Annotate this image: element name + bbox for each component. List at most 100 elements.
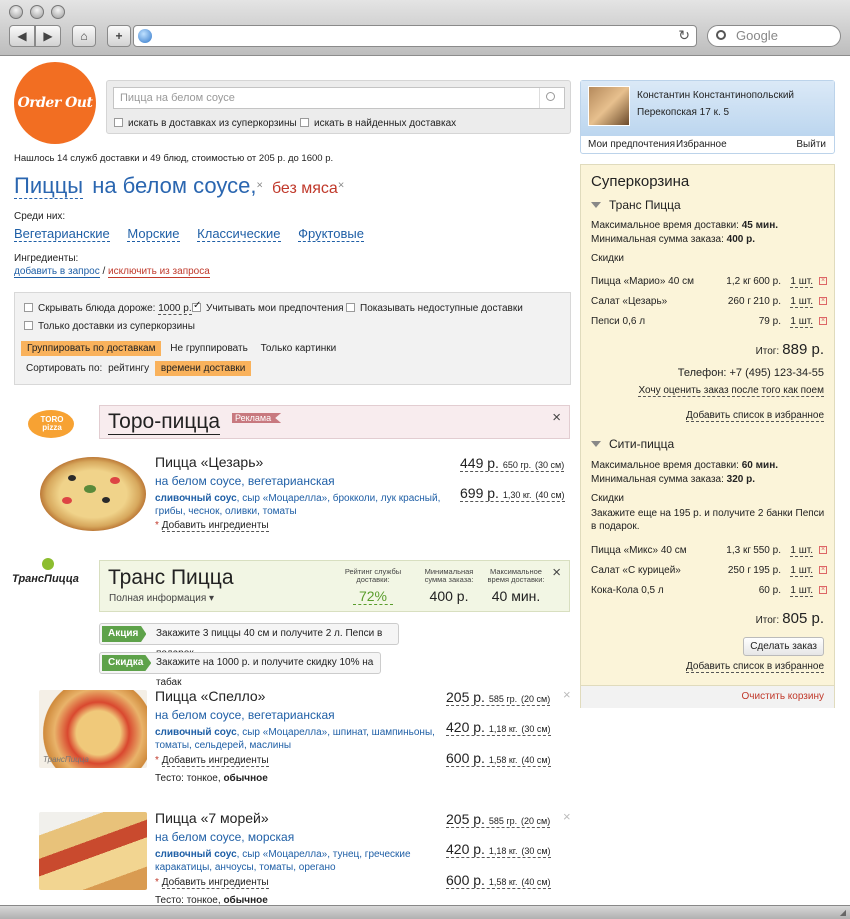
price-option[interactable]: 205 р. 585 гр. (20 см) xyxy=(446,811,551,828)
resize-grip-icon[interactable]: ◢ xyxy=(840,908,846,917)
price-option[interactable]: 600 р. 1,58 кг. (40 см) xyxy=(446,872,551,889)
checkbox[interactable] xyxy=(346,303,355,312)
pizza-caesar-image[interactable] xyxy=(40,457,146,531)
back-button[interactable]: ◀ xyxy=(9,25,35,47)
remove-item-icon[interactable]: × xyxy=(563,809,571,824)
category-vegetarian[interactable]: Вегетарианские xyxy=(14,226,110,242)
forward-button[interactable]: ▶ xyxy=(35,25,61,47)
checkbox[interactable] xyxy=(24,303,33,312)
filter-show-unavailable[interactable]: Показывать недоступные доставки xyxy=(346,303,523,314)
close-icon[interactable]: × xyxy=(552,564,561,581)
opt-supercart[interactable]: искать в доставках из суперкорзины xyxy=(114,118,297,129)
checkbox[interactable] xyxy=(300,118,309,127)
avatar[interactable] xyxy=(588,86,630,126)
full-info-toggle[interactable]: Полная информация ▾ xyxy=(109,593,214,604)
promo-action[interactable]: Акция Закажите 3 пиццы 40 см и получите 2… xyxy=(99,623,399,659)
checkbox[interactable] xyxy=(24,321,33,330)
search-submit-button[interactable] xyxy=(539,88,563,108)
query-word-pizza[interactable]: Пиццы xyxy=(14,173,84,199)
rate-after-meal-link[interactable]: Хочу оценить заказ после того как поем xyxy=(638,385,824,397)
add-ingredients-link[interactable]: * Добавить ингредиенты xyxy=(155,877,269,889)
user-address[interactable]: Перекопская 17 к. 5 xyxy=(637,107,729,118)
price-option[interactable]: 699 р. 1,30 кг. (40 см) xyxy=(460,485,565,502)
logout-link[interactable]: Выйти xyxy=(796,139,826,150)
pizza-name[interactable]: Пицца «7 морей» xyxy=(155,810,269,826)
promo-discount[interactable]: Скидка Закажите на 1000 р. и получите ски… xyxy=(99,652,381,688)
filter-hide-expensive[interactable]: Скрывать блюда дороже: 1000 р. xyxy=(24,303,192,315)
add-ingredients-link[interactable]: * Добавить ингредиенты xyxy=(155,755,269,767)
toro-name[interactable]: Торо-пицца xyxy=(108,410,221,435)
pizza-spello-image[interactable]: ТрансПицца xyxy=(39,690,147,768)
remove-sauce-icon[interactable]: × xyxy=(256,179,262,191)
dough-thin[interactable]: тонкое, xyxy=(187,773,221,784)
no-grouping-button[interactable]: Не группировать xyxy=(170,343,248,354)
my-preferences-link[interactable]: Мои предпочтения xyxy=(588,139,675,150)
clear-cart-link[interactable]: Очистить корзину xyxy=(742,691,825,702)
group-by-delivery-button[interactable]: Группировать по доставкам xyxy=(21,341,162,356)
only-pictures-button[interactable]: Только картинки xyxy=(261,343,337,354)
pizza-name[interactable]: Пицца «Цезарь» xyxy=(155,454,263,470)
price-option[interactable]: 205 р. 585 гр. (20 см) xyxy=(446,689,551,706)
query-word-sauce[interactable]: на белом соусе, xyxy=(92,173,256,198)
pizza-7-seas-image[interactable] xyxy=(39,812,147,890)
remove-icon[interactable]: × xyxy=(819,546,827,554)
user-name[interactable]: Константин Константинопольский xyxy=(637,90,794,101)
cart-section-toggle[interactable]: Транс Пицца xyxy=(591,198,681,212)
order-out-logo[interactable]: Order Out xyxy=(14,62,96,144)
add-list-to-favorites[interactable]: Добавить список в избранное xyxy=(686,661,824,673)
exclude-from-query-link[interactable]: исключить из запроса xyxy=(108,266,210,278)
remove-icon[interactable]: × xyxy=(819,297,827,305)
filters-panel: Скрывать блюда дороже: 1000 р. ✓ Учитыват… xyxy=(14,292,571,385)
home-button[interactable]: ⌂ xyxy=(72,25,96,47)
browser-search-field[interactable]: Google xyxy=(707,25,841,47)
checkbox[interactable] xyxy=(114,118,123,127)
price-option[interactable]: 420 р. 1,18 кг. (30 см) xyxy=(446,841,551,858)
category-classic[interactable]: Классические xyxy=(197,226,281,242)
favorites-link[interactable]: Избранное xyxy=(676,139,727,150)
query-word-nomeat[interactable]: без мяса xyxy=(272,180,338,197)
add-to-query-link[interactable]: добавить в запрос xyxy=(14,266,100,278)
pizza-ingredients: сливочный соус, сыр «Моцарелла», шпинат,… xyxy=(155,727,435,751)
opt-found[interactable]: искать в найденных доставках xyxy=(300,118,456,129)
pizza-subtitle[interactable]: на белом соусе, вегетарианская xyxy=(155,474,335,488)
window-minimize-button[interactable] xyxy=(30,5,44,19)
address-bar[interactable]: ↻ xyxy=(133,25,697,47)
cart-section-toggle[interactable]: Сити-пицца xyxy=(591,437,674,451)
price-option[interactable]: 449 р. 650 гр. (30 см) xyxy=(460,455,565,472)
pizza-subtitle[interactable]: на белом соусе, вегетарианская xyxy=(155,708,335,722)
filter-consider-prefs[interactable]: ✓ Учитывать мои предпочтения xyxy=(192,300,344,314)
add-bookmark-button[interactable]: + xyxy=(107,25,131,47)
checkbox-checked[interactable]: ✓ xyxy=(192,300,201,312)
close-icon[interactable]: × xyxy=(552,409,561,426)
collapse-triangle-icon xyxy=(591,202,601,208)
delivery-rating[interactable]: 72% xyxy=(353,588,393,605)
window-close-button[interactable] xyxy=(9,5,23,19)
remove-icon[interactable]: × xyxy=(819,586,827,594)
category-fruit[interactable]: Фруктовые xyxy=(298,226,364,242)
add-list-to-favorites[interactable]: Добавить список в избранное xyxy=(686,410,824,422)
price-limit-value[interactable]: 1000 р. xyxy=(158,303,192,315)
place-order-button[interactable]: Сделать заказ xyxy=(743,637,824,656)
filter-only-cart[interactable]: Только доставки из суперкорзины xyxy=(24,321,195,332)
remove-icon[interactable]: × xyxy=(819,277,827,285)
reload-icon[interactable]: ↻ xyxy=(678,27,690,44)
toro-pizza-logo[interactable]: TORO pizza xyxy=(24,402,80,442)
sort-by-time[interactable]: времени доставки xyxy=(154,361,252,376)
remove-nomeat-icon[interactable]: × xyxy=(338,179,344,191)
add-ingredients-link[interactable]: * Добавить ингредиенты xyxy=(155,520,269,532)
sort-by-rating[interactable]: рейтингу xyxy=(108,363,149,374)
pizza-name[interactable]: Пицца «Спелло» xyxy=(155,688,265,704)
remove-icon[interactable]: × xyxy=(819,317,827,325)
price-option[interactable]: 600 р. 1,58 кг. (40 см) xyxy=(446,750,551,767)
category-seafood[interactable]: Морские xyxy=(127,226,180,242)
pizza-subtitle[interactable]: на белом соусе, морская xyxy=(155,830,294,844)
remove-icon[interactable]: × xyxy=(819,566,827,574)
browser-toolbar: ◀ ▶ ⌂ + ↻ Google xyxy=(0,0,850,56)
price-option[interactable]: 420 р. 1,18 кг. (30 см) xyxy=(446,719,551,736)
search-input[interactable]: Пицца на белом соусе xyxy=(113,87,565,109)
trans-pizza-logo[interactable]: ТрансПицца xyxy=(12,558,96,598)
remove-item-icon[interactable]: × xyxy=(563,687,571,702)
window-zoom-button[interactable] xyxy=(51,5,65,19)
trans-name[interactable]: Транс Пицца xyxy=(108,566,234,590)
dough-regular[interactable]: обычное xyxy=(223,773,267,784)
